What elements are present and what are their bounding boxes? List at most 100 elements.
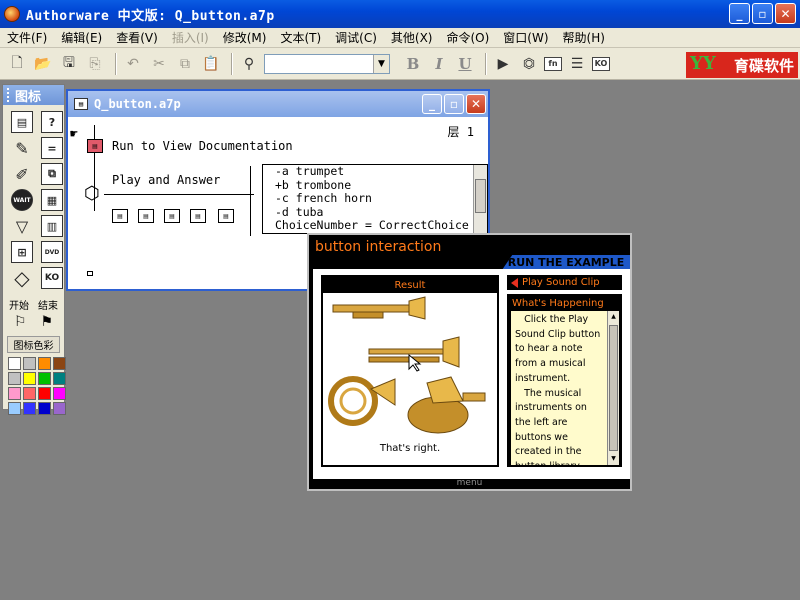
control-panel-icon[interactable]: ⏣: [518, 53, 540, 75]
movie-icon[interactable]: ▥: [41, 215, 63, 237]
maximize-button[interactable]: ▫: [444, 94, 464, 114]
restore-button[interactable]: ▫: [752, 3, 773, 24]
menu-edit[interactable]: 编辑(E): [54, 29, 109, 46]
color-swatch[interactable]: [38, 387, 51, 400]
color-swatch[interactable]: [53, 372, 66, 385]
french-horn-button[interactable]: [328, 376, 396, 426]
pointing-hand-icon[interactable]: ☛: [70, 127, 78, 142]
app-title-bar[interactable]: Authorware 中文版: Q_button.a7p _ ▫ ✕: [0, 0, 800, 28]
run-example-button[interactable]: RUN THE EXAMPLE: [502, 255, 630, 270]
interaction-icon[interactable]: ⬡: [84, 183, 100, 204]
button-response-icon[interactable]: ▤: [164, 209, 180, 223]
run-icon[interactable]: ▶: [492, 53, 514, 75]
grip-icon[interactable]: [7, 88, 11, 102]
scrollbar-thumb[interactable]: [609, 325, 618, 451]
response-list[interactable]: -a trumpet +b trombone -c french horn -d…: [262, 164, 488, 234]
text-style-select[interactable]: ▼: [264, 53, 390, 74]
menu-text[interactable]: 文本(T): [273, 29, 328, 46]
scrollbar-thumb[interactable]: [475, 179, 486, 213]
trumpet-button[interactable]: [332, 296, 426, 320]
underline-button[interactable]: U: [454, 53, 476, 75]
response-item[interactable]: -c french horn: [263, 191, 487, 206]
open-folder-icon[interactable]: 📂: [32, 53, 54, 75]
button-response-icon[interactable]: ▤: [218, 209, 234, 223]
functions-button[interactable]: fn: [544, 56, 562, 71]
scroll-up-icon[interactable]: ▲: [609, 312, 618, 322]
color-swatch[interactable]: [53, 402, 66, 415]
interaction-icon[interactable]: ◇: [11, 266, 33, 290]
color-swatch[interactable]: [38, 357, 51, 370]
color-swatch[interactable]: [8, 387, 21, 400]
response-item[interactable]: ChoiceNumber = CorrectChoice: [263, 218, 487, 233]
button-response-icon[interactable]: ▤: [138, 209, 154, 223]
menu-insert[interactable]: 插入(I): [165, 29, 216, 46]
decision-icon[interactable]: ▽: [11, 215, 33, 237]
start-flag-icon[interactable]: ⚐: [14, 314, 27, 330]
cut-icon[interactable]: ✂: [148, 53, 170, 75]
color-swatch[interactable]: [38, 372, 51, 385]
color-swatch[interactable]: [23, 372, 36, 385]
ko-icon[interactable]: KO: [41, 267, 63, 289]
flow-icon-label[interactable]: Run to View Documentation: [112, 139, 293, 153]
color-swatch[interactable]: [23, 357, 36, 370]
button-response-icon[interactable]: ▤: [190, 209, 206, 223]
save-all-icon[interactable]: 🖫: [58, 53, 80, 75]
new-file-icon[interactable]: 🗋: [6, 53, 28, 75]
menu-window[interactable]: 窗口(W): [496, 29, 555, 46]
end-flag-icon[interactable]: ⚑: [40, 314, 53, 330]
wait-icon[interactable]: WAIT: [11, 189, 33, 211]
tuba-button[interactable]: [407, 376, 486, 434]
navigate-icon[interactable]: ▦: [41, 189, 63, 211]
copy-icon[interactable]: ⧉: [174, 53, 196, 75]
menu-commands[interactable]: 命令(O): [439, 29, 496, 46]
scroll-down-icon[interactable]: ▼: [609, 454, 618, 464]
import-icon[interactable]: ⎘: [84, 53, 106, 75]
menu-other[interactable]: 其他(X): [384, 29, 440, 46]
color-swatch[interactable]: [23, 402, 36, 415]
chevron-down-icon[interactable]: ▼: [373, 54, 389, 73]
sound-icon[interactable]: DVD: [41, 241, 63, 263]
color-swatch[interactable]: [8, 357, 21, 370]
variables-icon[interactable]: ☰: [566, 53, 588, 75]
erase-icon[interactable]: ✎: [11, 137, 33, 159]
menu-debug[interactable]: 调试(C): [328, 29, 384, 46]
close-button[interactable]: ✕: [775, 3, 796, 24]
menu-help[interactable]: 帮助(H): [556, 29, 612, 46]
map-icon[interactable]: ⧉: [41, 163, 63, 185]
color-swatch[interactable]: [53, 357, 66, 370]
display-icon[interactable]: ▤: [11, 111, 33, 133]
menu-modify[interactable]: 修改(M): [216, 29, 274, 46]
minimize-button[interactable]: _: [422, 94, 442, 114]
find-icon[interactable]: ⚲: [238, 53, 260, 75]
menu-button[interactable]: menu: [309, 478, 630, 488]
italic-button[interactable]: I: [428, 53, 450, 75]
close-button[interactable]: ✕: [466, 94, 486, 114]
knowledge-objects-button[interactable]: KO: [592, 56, 610, 71]
button-response-icon[interactable]: ▤: [112, 209, 128, 223]
minimize-button[interactable]: _: [729, 3, 750, 24]
app-icon[interactable]: [4, 6, 20, 22]
color-swatch[interactable]: [23, 387, 36, 400]
calc-icon[interactable]: =: [41, 137, 63, 159]
paste-icon[interactable]: 📋: [200, 53, 222, 75]
color-swatch[interactable]: [8, 372, 21, 385]
whats-happening-scrollbar[interactable]: ▲ ▼: [607, 311, 619, 465]
menu-file[interactable]: 文件(F): [0, 29, 54, 46]
undo-icon[interactable]: ↶: [122, 53, 144, 75]
color-swatch[interactable]: [38, 402, 51, 415]
color-swatch[interactable]: [53, 387, 66, 400]
response-item[interactable]: -d tuba: [263, 205, 487, 220]
bold-button[interactable]: B: [402, 53, 424, 75]
play-sound-clip-button[interactable]: Play Sound Clip: [507, 275, 622, 290]
framework-icon[interactable]: ⊞: [11, 241, 33, 263]
calc-icon[interactable]: ▤: [87, 139, 103, 153]
motion-icon[interactable]: ?: [41, 111, 63, 133]
response-list-scrollbar[interactable]: [473, 165, 487, 233]
response-item[interactable]: +b trombone: [263, 178, 487, 193]
color-swatch[interactable]: [8, 402, 21, 415]
response-item[interactable]: -a trumpet: [263, 165, 487, 179]
palette-title-bar[interactable]: 图标: [3, 85, 64, 105]
edit-icon[interactable]: ✐: [11, 163, 33, 185]
menu-view[interactable]: 查看(V): [109, 29, 165, 46]
interaction-label[interactable]: Play and Answer: [112, 173, 220, 187]
